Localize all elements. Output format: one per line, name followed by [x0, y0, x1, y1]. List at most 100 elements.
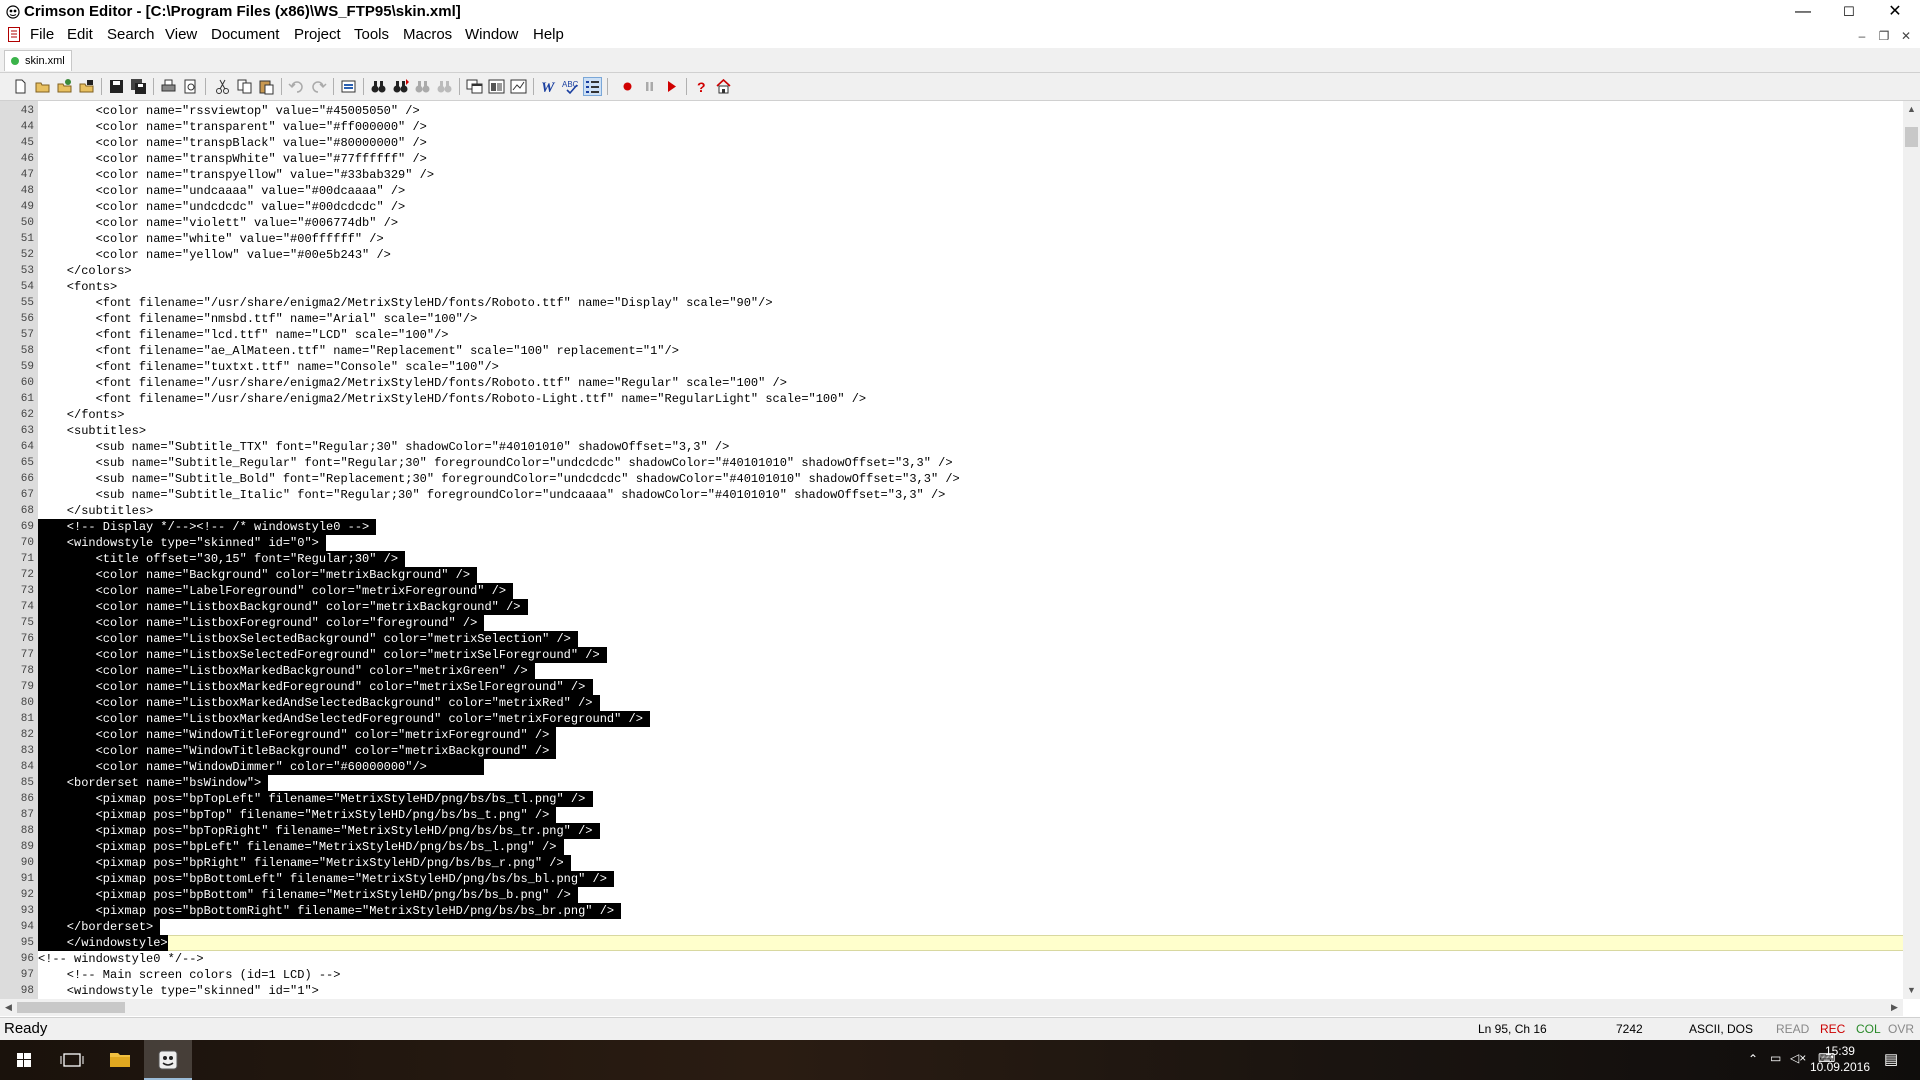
code-line[interactable]: 58 <font filename="ae_AlMateen.ttf" name…	[0, 343, 1906, 359]
close-file-icon[interactable]	[78, 78, 95, 95]
code-line[interactable]: 63 <subtitles>	[0, 423, 1906, 439]
code-line[interactable]: 74 <color name="ListboxBackground" color…	[0, 599, 1906, 615]
code-line[interactable]: 64 <sub name="Subtitle_TTX" font="Regula…	[0, 439, 1906, 455]
code-line[interactable]: 51 <color name="white" value="#00ffffff"…	[0, 231, 1906, 247]
close-button[interactable]: ✕	[1872, 0, 1918, 24]
save-icon[interactable]	[108, 78, 125, 95]
code-line[interactable]: 89 <pixmap pos="bpLeft" filename="Metrix…	[0, 839, 1906, 855]
code-line[interactable]: 84 <color name="WindowDimmer" color="#60…	[0, 759, 1906, 775]
network-icon[interactable]: ▭	[1770, 1051, 1781, 1065]
scroll-left-arrow-icon[interactable]: ◀	[0, 999, 17, 1016]
menu-search[interactable]: Search	[107, 26, 155, 43]
code-line[interactable]: 71 <title offset="30,15" font="Regular;3…	[0, 551, 1906, 567]
tab-skin-xml[interactable]: skin.xml	[4, 50, 72, 71]
code-line[interactable]: 80 <color name="ListboxMarkedAndSelected…	[0, 695, 1906, 711]
code-line[interactable]: 68 </subtitles>	[0, 503, 1906, 519]
menu-help[interactable]: Help	[533, 26, 564, 43]
action-center-icon[interactable]: ▤	[1884, 1050, 1898, 1068]
code-line[interactable]: 45 <color name="transpBlack" value="#800…	[0, 135, 1906, 151]
document-icon[interactable]	[8, 27, 20, 42]
code-line[interactable]: 98 <windowstyle type="skinned" id="1">	[0, 983, 1906, 999]
file-explorer-taskbar-button[interactable]	[96, 1040, 144, 1080]
menu-file[interactable]: File	[30, 26, 54, 43]
redo-icon[interactable]	[310, 78, 327, 95]
code-line[interactable]: 46 <color name="transpWhite" value="#77f…	[0, 151, 1906, 167]
code-line[interactable]: 86 <pixmap pos="bpTopLeft" filename="Met…	[0, 791, 1906, 807]
undo-icon[interactable]	[288, 78, 305, 95]
code-line[interactable]: 50 <color name="violett" value="#006774d…	[0, 215, 1906, 231]
code-line[interactable]: 97 <!-- Main screen colors (id=1 LCD) --…	[0, 967, 1906, 983]
code-line[interactable]: 61 <font filename="/usr/share/enigma2/Me…	[0, 391, 1906, 407]
scroll-down-arrow-icon[interactable]: ▼	[1903, 982, 1920, 999]
show-hidden-icons-icon[interactable]: ⌃	[1748, 1052, 1758, 1066]
window-list-icon[interactable]	[510, 78, 527, 95]
code-line[interactable]: 78 <color name="ListboxMarkedBackground"…	[0, 663, 1906, 679]
code-line[interactable]: 75 <color name="ListboxForeground" color…	[0, 615, 1906, 631]
code-line[interactable]: 55 <font filename="/usr/share/enigma2/Me…	[0, 295, 1906, 311]
cut-icon[interactable]	[214, 78, 231, 95]
minimize-button[interactable]: —	[1780, 0, 1826, 24]
code-line[interactable]: 82 <color name="WindowTitleForeground" c…	[0, 727, 1906, 743]
crimson-editor-taskbar-button[interactable]	[144, 1040, 192, 1080]
menu-project[interactable]: Project	[294, 26, 341, 43]
code-line[interactable]: 62 </fonts>	[0, 407, 1906, 423]
select-block-icon[interactable]	[340, 78, 357, 95]
new-file-icon[interactable]	[12, 78, 29, 95]
code-line[interactable]: 52 <color name="yellow" value="#00e5b243…	[0, 247, 1906, 263]
code-line[interactable]: 44 <color name="transparent" value="#ff0…	[0, 119, 1906, 135]
code-line[interactable]: 87 <pixmap pos="bpTop" filename="MetrixS…	[0, 807, 1906, 823]
menu-view[interactable]: View	[165, 26, 197, 43]
code-line[interactable]: 81 <color name="ListboxMarkedAndSelected…	[0, 711, 1906, 727]
word-wrap-icon[interactable]: W	[540, 78, 557, 95]
print-icon[interactable]	[160, 78, 177, 95]
code-line[interactable]: 48 <color name="undcaaaa" value="#00dcaa…	[0, 183, 1906, 199]
code-line[interactable]: 76 <color name="ListboxSelectedBackgroun…	[0, 631, 1906, 647]
code-line[interactable]: 59 <font filename="tuxtxt.ttf" name="Con…	[0, 359, 1906, 375]
code-line[interactable]: 83 <color name="WindowTitleBackground" c…	[0, 743, 1906, 759]
code-line[interactable]: 60 <font filename="/usr/share/enigma2/Me…	[0, 375, 1906, 391]
window-cascade-icon[interactable]	[466, 78, 483, 95]
code-line[interactable]: 91 <pixmap pos="bpBottomLeft" filename="…	[0, 871, 1906, 887]
task-view-button[interactable]	[48, 1040, 96, 1080]
system-clock[interactable]: 15:39 10.09.2016	[1810, 1043, 1870, 1075]
mdi-restore-button[interactable]: ❐	[1874, 28, 1894, 44]
code-line[interactable]: 72 <color name="Background" color="metri…	[0, 567, 1906, 583]
play-macro-icon[interactable]	[663, 78, 680, 95]
pause-macro-icon[interactable]	[641, 78, 658, 95]
code-editor[interactable]: 43 <color name="rssviewtop" value="#4500…	[0, 101, 1906, 999]
print-preview-icon[interactable]	[182, 78, 199, 95]
code-line[interactable]: 70 <windowstyle type="skinned" id="0">	[0, 535, 1906, 551]
code-line[interactable]: 85 <borderset name="bsWindow">	[0, 775, 1906, 791]
home-icon[interactable]	[715, 78, 732, 95]
menu-edit[interactable]: Edit	[67, 26, 93, 43]
spell-check-icon[interactable]: ABC	[562, 78, 579, 95]
code-line[interactable]: 65 <sub name="Subtitle_Regular" font="Re…	[0, 455, 1906, 471]
vertical-scrollbar[interactable]: ▲ ▼	[1903, 101, 1920, 999]
code-line[interactable]: 67 <sub name="Subtitle_Italic" font="Reg…	[0, 487, 1906, 503]
code-line[interactable]: 79 <color name="ListboxMarkedForeground"…	[0, 679, 1906, 695]
mdi-close-button[interactable]: ✕	[1896, 28, 1916, 44]
menu-document[interactable]: Document	[211, 26, 279, 43]
code-line[interactable]: 88 <pixmap pos="bpTopRight" filename="Me…	[0, 823, 1906, 839]
paste-icon[interactable]	[258, 78, 275, 95]
code-line[interactable]: 57 <font filename="lcd.ttf" name="LCD" s…	[0, 327, 1906, 343]
code-line[interactable]: 56 <font filename="nmsbd.ttf" name="Aria…	[0, 311, 1906, 327]
code-line[interactable]: 49 <color name="undcdcdc" value="#00dcdc…	[0, 199, 1906, 215]
menu-tools[interactable]: Tools	[354, 26, 389, 43]
horizontal-scroll-thumb[interactable]	[17, 1002, 125, 1013]
mdi-minimize-button[interactable]: –	[1852, 28, 1872, 44]
goto-icon[interactable]	[436, 78, 453, 95]
code-line[interactable]: 47 <color name="transpyellow" value="#33…	[0, 167, 1906, 183]
save-all-icon[interactable]	[130, 78, 147, 95]
code-line[interactable]: 92 <pixmap pos="bpBottom" filename="Metr…	[0, 887, 1906, 903]
open-folder-icon[interactable]	[34, 78, 51, 95]
vertical-scroll-thumb[interactable]	[1905, 127, 1918, 147]
window-tile-icon[interactable]	[488, 78, 505, 95]
copy-icon[interactable]	[236, 78, 253, 95]
help-icon[interactable]: ?	[693, 78, 710, 95]
code-line[interactable]: 90 <pixmap pos="bpRight" filename="Metri…	[0, 855, 1906, 871]
replace-icon[interactable]	[414, 78, 431, 95]
code-line[interactable]: 96 <!-- windowstyle0 */-->	[0, 951, 1906, 967]
record-macro-icon[interactable]	[619, 78, 636, 95]
menu-macros[interactable]: Macros	[403, 26, 452, 43]
